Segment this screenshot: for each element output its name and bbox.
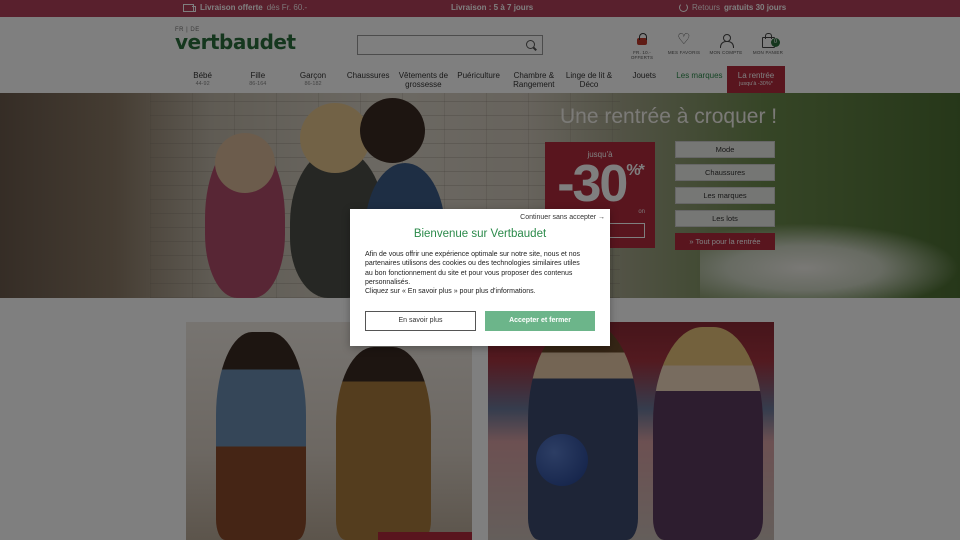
modal-text-line: au bon fonctionnement du site et pour vo… — [365, 269, 573, 277]
cookie-consent-modal: Continuer sans accepter → Bienvenue sur … — [350, 209, 610, 346]
modal-text-line: personnalisés. — [365, 278, 411, 286]
accept-and-close-button[interactable]: Accepter et fermer — [485, 311, 595, 331]
modal-text-line: partenaires utilisons des cookies ou des… — [365, 260, 580, 268]
modal-text-line: Afin de vous offrir une expérience optim… — [365, 251, 581, 258]
modal-text-line: Cliquez sur « En savoir plus » pour plus… — [365, 288, 536, 296]
modal-title: Bienvenue sur Vertbaudet — [413, 228, 547, 240]
learn-more-button[interactable]: En savoir plus — [365, 311, 476, 331]
modal-body-text: Afin de vous offrir une expérience optim… — [365, 250, 600, 296]
continue-without-accepting-link[interactable]: Continuer sans accepter → — [520, 214, 605, 221]
